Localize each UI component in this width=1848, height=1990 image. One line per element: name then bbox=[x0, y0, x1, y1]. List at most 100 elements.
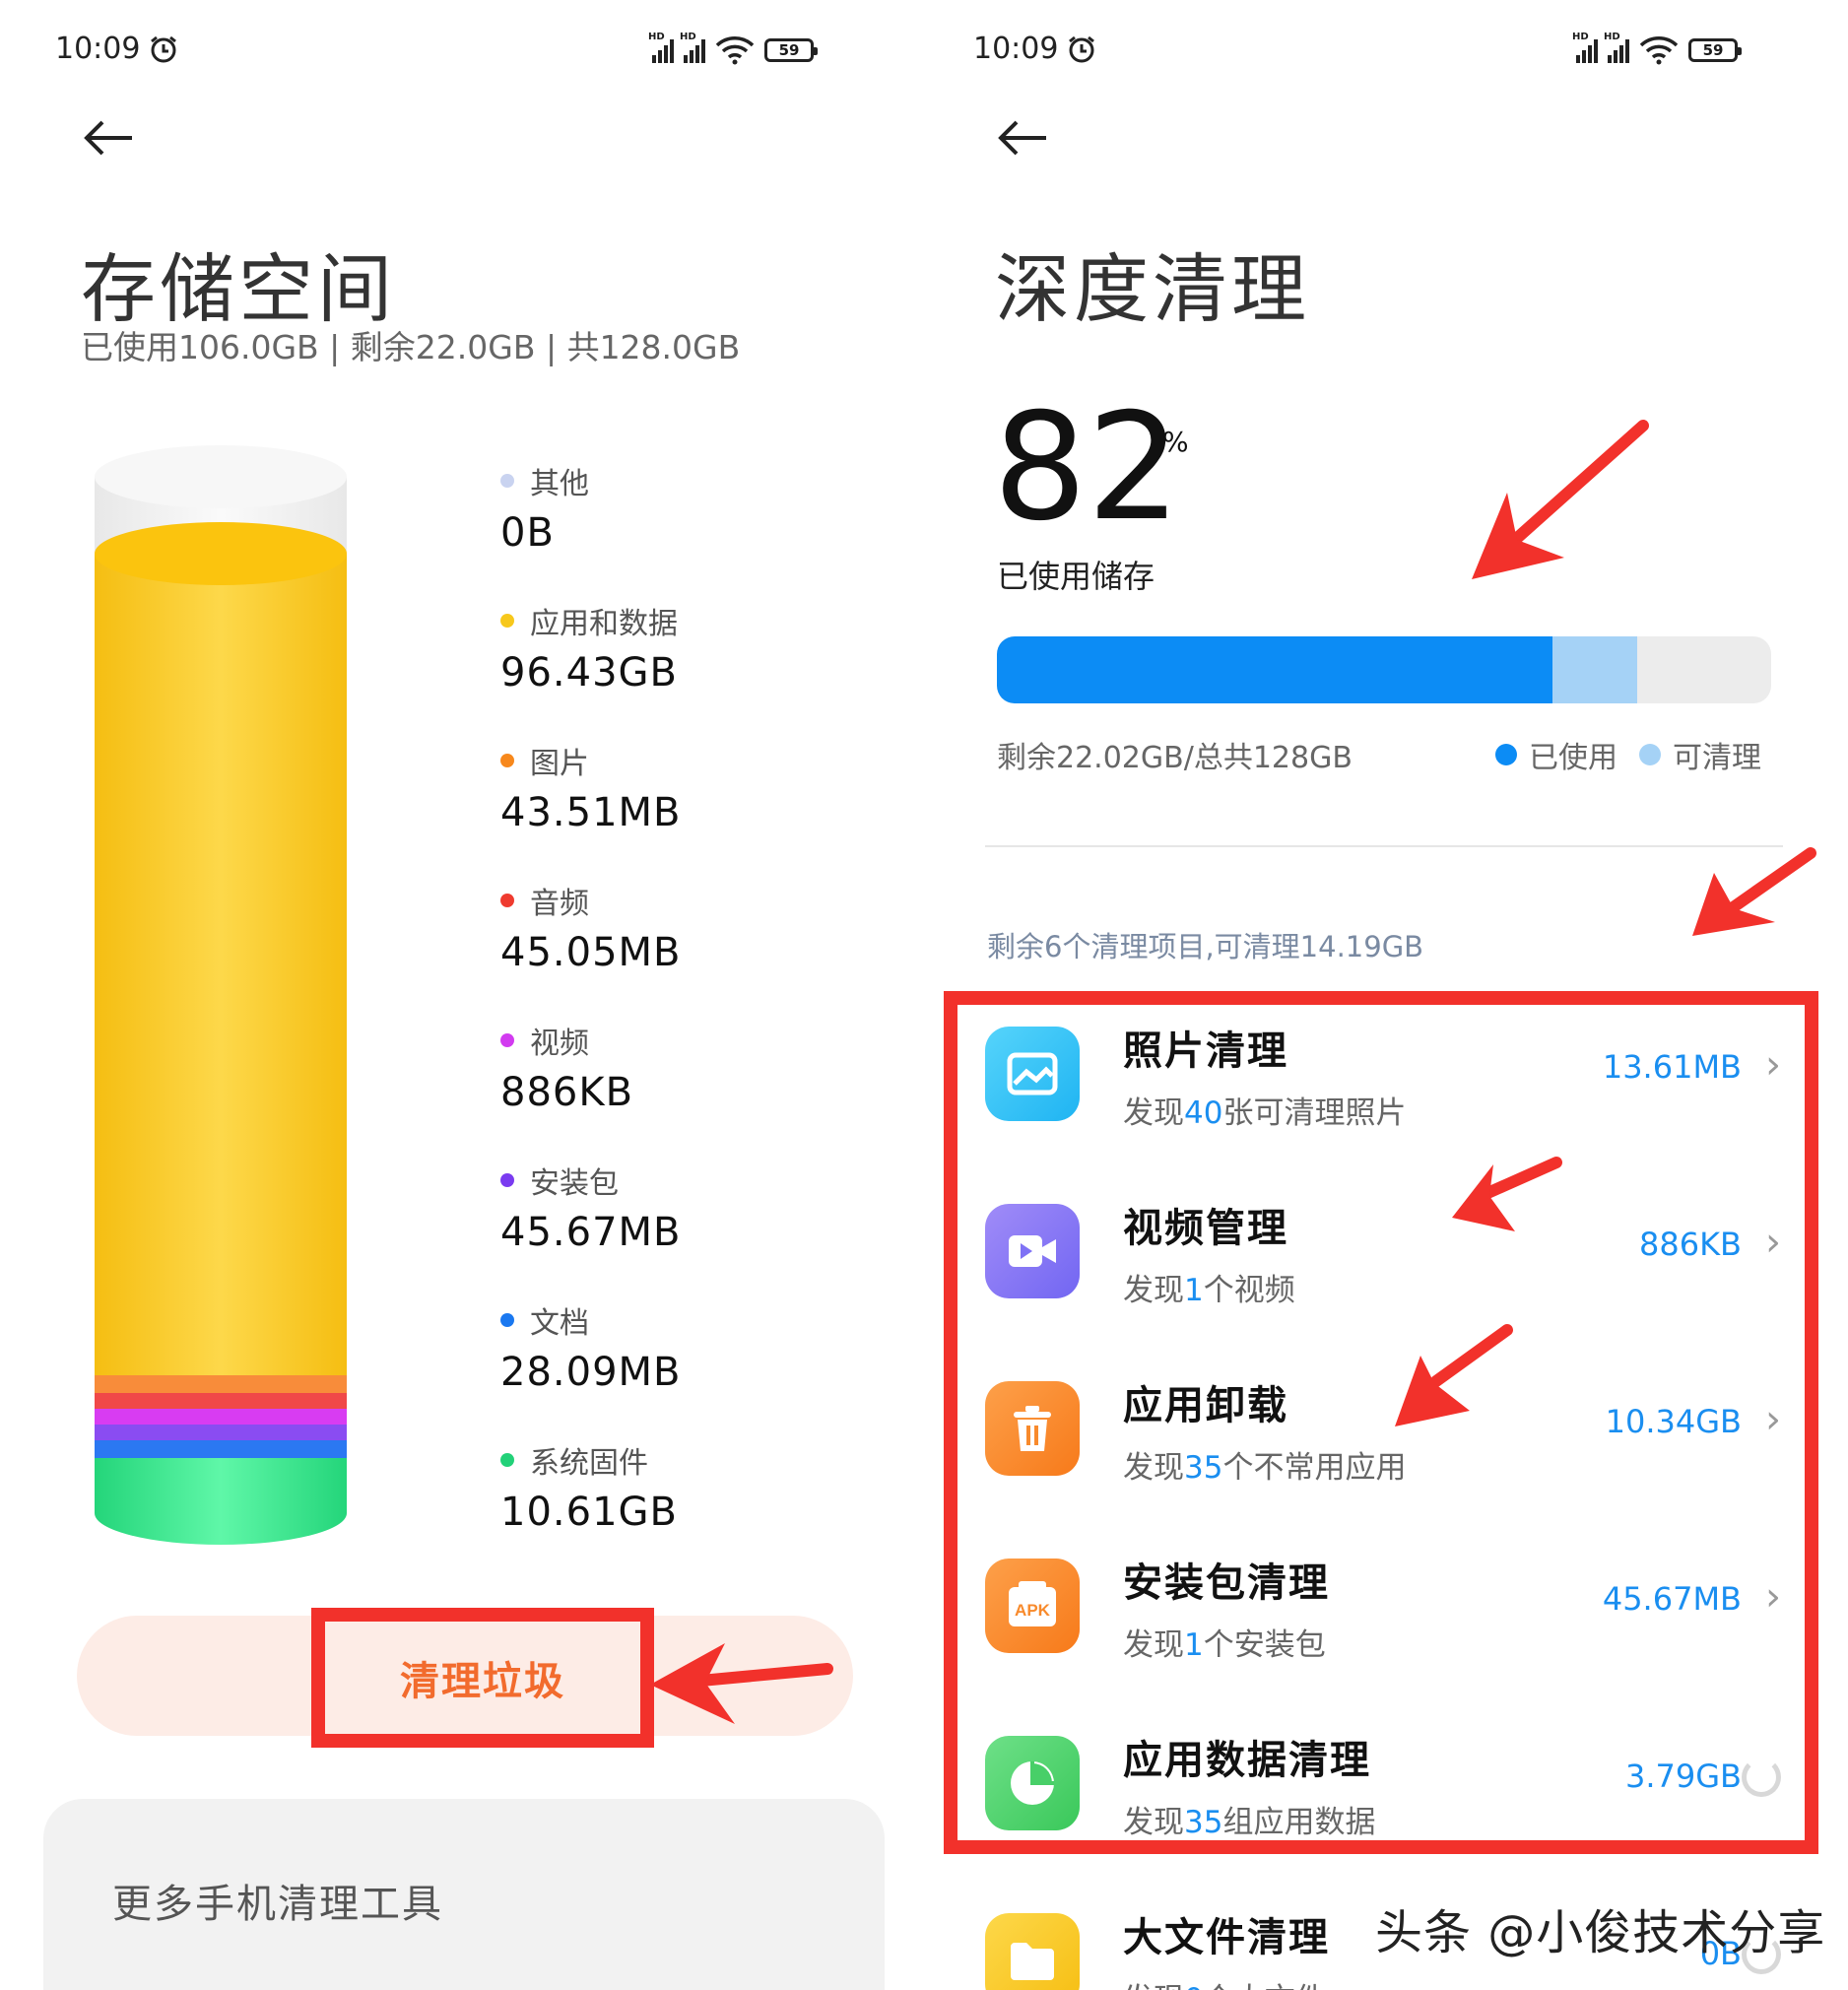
chevron-right-icon: › bbox=[1765, 1220, 1781, 1265]
folder-icon bbox=[985, 1913, 1080, 1990]
clock-text: 10:09 bbox=[973, 32, 1059, 66]
clean-junk-button[interactable]: 清理垃圾 bbox=[311, 1608, 654, 1748]
legend-used: 已使用 bbox=[1495, 733, 1617, 776]
item-title: 应用数据清理 bbox=[1123, 1738, 1371, 1783]
item-subtitle: 发现35个不常用应用 bbox=[1123, 1450, 1407, 1486]
wifi-icon bbox=[1639, 36, 1679, 65]
legend-docs: 文档 28.09MB bbox=[500, 1306, 682, 1395]
wifi-icon bbox=[715, 36, 755, 65]
legend-dot bbox=[500, 1313, 514, 1327]
item-subtitle: 发现35组应用数据 bbox=[1123, 1805, 1376, 1840]
trash-icon bbox=[985, 1381, 1080, 1476]
video-icon bbox=[985, 1204, 1080, 1298]
signal-icon: HD bbox=[648, 32, 674, 63]
clean-item-apk[interactable]: APK 安装包清理 发现1个安装包 45.67MB › bbox=[985, 1527, 1781, 1675]
back-arrow-icon[interactable] bbox=[81, 116, 140, 166]
legend-other: 其他 0B bbox=[500, 467, 589, 556]
percent-sign: % bbox=[1162, 426, 1189, 458]
legend-dot bbox=[500, 754, 514, 767]
segment-docs bbox=[95, 1440, 347, 1458]
legend-cleanable: 可清理 bbox=[1639, 733, 1761, 776]
photo-icon bbox=[985, 1027, 1080, 1121]
apk-icon: APK bbox=[985, 1559, 1080, 1653]
more-tools-card[interactable]: 更多手机清理工具 bbox=[43, 1799, 885, 1990]
segment-video bbox=[95, 1409, 347, 1425]
legend-audio: 音频 45.05MB bbox=[500, 887, 682, 975]
item-title: 照片清理 bbox=[1123, 1028, 1288, 1074]
chevron-right-icon: › bbox=[1765, 1574, 1781, 1620]
segment-audio bbox=[95, 1393, 347, 1409]
signal-icon: HD bbox=[1604, 32, 1629, 63]
item-size: 3.79GB bbox=[1625, 1758, 1742, 1795]
signal-icon: HD bbox=[680, 32, 705, 63]
legend-dot bbox=[500, 474, 514, 488]
legend-dot bbox=[500, 1033, 514, 1047]
legend-dot bbox=[1495, 744, 1517, 765]
legend-apps-data: 应用和数据 96.43GB bbox=[500, 607, 678, 696]
storage-usage-bar bbox=[997, 636, 1771, 703]
red-arrow-annotation bbox=[1692, 847, 1816, 936]
item-title: 应用卸载 bbox=[1123, 1383, 1288, 1428]
legend-dot bbox=[500, 894, 514, 907]
status-bar: 10:09 HD HD 59 bbox=[924, 28, 1848, 71]
svg-text:APK: APK bbox=[1015, 1601, 1051, 1620]
loading-spinner-icon bbox=[1742, 1758, 1781, 1797]
legend-system: 系统固件 10.61GB bbox=[500, 1446, 678, 1535]
clean-item-photos[interactable]: 照片清理 发现40张可清理照片 13.61MB › bbox=[985, 995, 1781, 1143]
legend-dot bbox=[500, 1173, 514, 1187]
pie-icon bbox=[985, 1736, 1080, 1830]
battery-icon: 59 bbox=[1688, 38, 1742, 62]
segment-apk bbox=[95, 1425, 347, 1440]
legend-dot bbox=[500, 1453, 514, 1467]
segment-apps-data-cap bbox=[95, 522, 347, 585]
cylinder-top bbox=[95, 445, 347, 508]
usage-used-fill bbox=[997, 636, 1552, 703]
item-size: 45.67MB bbox=[1602, 1580, 1742, 1618]
item-subtitle: 发现0个大文件 bbox=[1123, 1974, 1326, 1990]
remaining-total-text: 剩余22.02GB/总共128GB bbox=[997, 741, 1353, 775]
status-bar: 10:09 HD HD 59 bbox=[0, 28, 924, 71]
deep-clean-screen: 10:09 HD HD 59 深度清理 82 % 已使用储存 剩余22.02GB… bbox=[924, 0, 1848, 1990]
status-icons: HD HD 59 bbox=[648, 32, 818, 65]
status-time: 10:09 bbox=[973, 32, 1097, 66]
more-tools-label: 更多手机清理工具 bbox=[112, 1882, 443, 1927]
item-subtitle: 发现40张可清理照片 bbox=[1123, 1095, 1407, 1131]
item-size: 10.34GB bbox=[1605, 1403, 1742, 1440]
item-title: 视频管理 bbox=[1123, 1206, 1288, 1251]
item-size: 13.61MB bbox=[1602, 1048, 1742, 1086]
clean-item-uninstall[interactable]: 应用卸载 发现35个不常用应用 10.34GB › bbox=[985, 1350, 1781, 1497]
usage-cleanable-fill bbox=[1551, 636, 1637, 703]
item-subtitle: 发现1个视频 bbox=[1123, 1273, 1295, 1308]
red-arrow-annotation bbox=[1472, 420, 1649, 579]
item-size: 886KB bbox=[1638, 1226, 1742, 1263]
back-arrow-icon[interactable] bbox=[995, 116, 1054, 166]
legend-video: 视频 886KB bbox=[500, 1027, 634, 1115]
item-subtitle: 发现1个安装包 bbox=[1123, 1627, 1326, 1663]
chevron-right-icon: › bbox=[1765, 1397, 1781, 1442]
legend-images: 图片 43.51MB bbox=[500, 747, 682, 835]
battery-icon: 59 bbox=[764, 38, 818, 62]
segment-system bbox=[95, 1458, 347, 1545]
used-percent-value: 82 bbox=[993, 382, 1181, 554]
alarm-icon bbox=[1069, 35, 1095, 62]
legend-dot bbox=[1639, 744, 1661, 765]
legend-dot bbox=[500, 614, 514, 628]
clean-item-videos[interactable]: 视频管理 发现1个视频 886KB › bbox=[985, 1172, 1781, 1320]
segment-apps-data bbox=[95, 554, 347, 1376]
divider bbox=[985, 845, 1783, 847]
clean-item-app-data[interactable]: 应用数据清理 发现35组应用数据 3.79GB bbox=[985, 1704, 1781, 1852]
used-storage-label: 已使用储存 bbox=[997, 558, 1155, 595]
status-icons: HD HD 59 bbox=[1572, 32, 1742, 65]
clean-summary: 剩余6个清理项目,可清理14.19GB bbox=[987, 930, 1424, 963]
item-title: 大文件清理 bbox=[1123, 1915, 1330, 1960]
status-time: 10:09 bbox=[55, 32, 179, 66]
clock-text: 10:09 bbox=[55, 32, 141, 66]
item-title: 安装包清理 bbox=[1123, 1560, 1330, 1606]
alarm-icon bbox=[151, 35, 177, 62]
segment-images bbox=[95, 1375, 347, 1393]
storage-space-screen: 10:09 HD HD 59 存储空间 已使用106.0GB | 剩余22.0G… bbox=[0, 0, 924, 1990]
storage-cylinder-chart bbox=[95, 445, 347, 1559]
watermark: 头条 @小俊技术分享 bbox=[1375, 1905, 1826, 1960]
chevron-right-icon: › bbox=[1765, 1042, 1781, 1088]
storage-summary: 已使用106.0GB | 剩余22.0GB | 共128.0GB bbox=[81, 328, 741, 366]
